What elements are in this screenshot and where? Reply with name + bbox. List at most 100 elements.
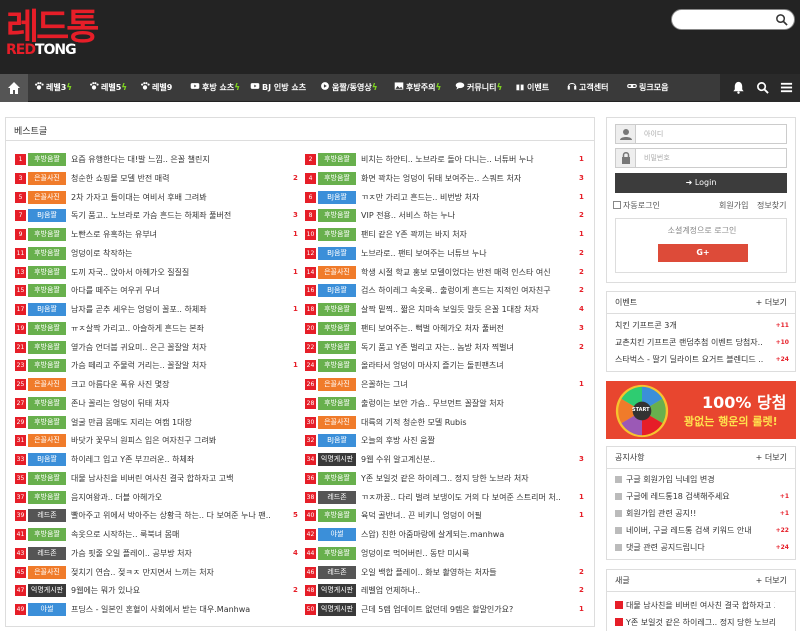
best-post-row[interactable]: 33 BJ움짤 하이레그 입고 Y존 부끄러운.. 하체좌 <box>15 452 300 467</box>
best-post-row[interactable]: 12 BJ움짤 노브라로.. 팬티 보여주는 너튜브 누나 2 <box>305 246 590 261</box>
category-badge[interactable]: 후방움짤 <box>28 228 66 241</box>
category-badge[interactable]: 야썰 <box>28 603 66 616</box>
category-badge[interactable]: 후방움짤 <box>28 340 66 354</box>
post-title[interactable]: 도끼 자국.. 앉아서 아헤가오 질질질 <box>71 265 291 280</box>
category-badge[interactable]: 후방움짤 <box>318 340 356 354</box>
post-title[interactable]: 프딩스 - 일본인 혼혈이 사회에서 받는 대우.Manhwa <box>71 602 291 617</box>
category-badge[interactable]: 후방움짤 <box>318 359 356 373</box>
category-badge[interactable]: 후방움짤 <box>28 246 66 260</box>
post-title[interactable]: ㅠㅈ살짝 가리고.. 아슬하게 흔드는 본좌 <box>71 321 291 336</box>
post-title[interactable]: 학생 시절 학교 홍보 모델이었다는 반전 매력 인스타 여신 <box>361 265 576 280</box>
nav-item-9[interactable]: 이벤트 <box>515 74 549 102</box>
post-title[interactable]: 얼굴 만큼 몸매도 지리는 여캠 1대장 <box>71 415 291 430</box>
best-post-row[interactable]: 45 은꼴사진 젖치기 연습.. 젖ㅋㅈ 만지면서 느끼는 처자 <box>15 565 300 580</box>
event-item[interactable]: 치킨 기프트콘 3개 <box>615 318 775 333</box>
category-badge[interactable]: 후방움짤 <box>318 209 356 223</box>
new-posts-more-link[interactable]: + 더보기 <box>756 575 787 586</box>
category-badge[interactable]: 익명게시판 <box>318 603 356 616</box>
event-item[interactable]: 스타벅스 - 딸기 딜라이트 요거트 블렌디드 .. <box>615 352 775 367</box>
category-badge[interactable]: 후방움짤 <box>318 546 356 560</box>
best-post-row[interactable]: 16 BJ움짤 검스 하이레그 속옷룩.. 출렁이게 흔드는 지적인 여자친구 2 <box>305 283 590 298</box>
category-badge[interactable]: 후방움짤 <box>28 396 66 410</box>
best-post-row[interactable]: 30 은꼴사진 대륙의 기적 청순한 모델 Rubis <box>305 415 590 430</box>
best-post-row[interactable]: 18 후방움짤 살짝 밑찍.. 짧은 치마속 보일듯 말듯 은꼴 1대장 처자 4 <box>305 302 590 317</box>
category-badge[interactable]: 후방움짤 <box>318 471 356 485</box>
best-post-row[interactable]: 38 레드존 ㄲㅈ까꿍.. 다리 벌려 보댕이도 거의 다 보여준 스트리머 처..… <box>305 490 590 505</box>
category-badge[interactable]: 후방움짤 <box>318 509 356 523</box>
post-title[interactable]: VIP 전용.. 서비스 하는 누나 <box>361 208 576 223</box>
post-title[interactable]: 요즘 유행한다는 대!발 느낌.. 은꼴 챌린지 <box>71 152 291 167</box>
post-title[interactable]: 독기 품고 Y존 벌리고 자는.. 놈방 처자 찍벌녀 <box>361 340 576 355</box>
category-badge[interactable]: 후방움짤 <box>28 284 66 298</box>
category-badge[interactable]: 은꼴사진 <box>28 434 66 448</box>
roulette-banner[interactable]: START 100% 당첨 꽝없는 행운의 룰렛! <box>606 381 796 439</box>
post-title[interactable]: 스압) 친한 아줌마랑에 살게되는.manhwa <box>361 527 576 542</box>
best-post-row[interactable]: 27 후방움짤 존나 꼴리는 엉덩이 뒤태 처자 <box>15 396 300 411</box>
best-post-row[interactable]: 31 은꼴사진 바닷가 꽃무늬 원피스 입은 여자친구 그려봐 <box>15 433 300 448</box>
id-field[interactable]: 아이디 <box>615 124 787 144</box>
best-post-row[interactable]: 9 후방움짤 노빤스로 유혹하는 유부녀 1 <box>15 227 300 242</box>
best-post-row[interactable]: 42 야썰 스압) 친한 아줌마랑에 살게되는.manhwa <box>305 527 590 542</box>
best-post-row[interactable]: 41 후방움짤 속옷으로 시작하는.. 룩북녀 몸매 <box>15 527 300 542</box>
best-post-row[interactable]: 28 후방움짤 출렁이는 보안 가슴.. 무브먼트 꼴잘알 처자 <box>305 396 590 411</box>
post-title[interactable]: 검스 하이레그 속옷룩.. 출렁이게 흔드는 지적인 여자친구 <box>361 283 576 298</box>
post-title[interactable]: 남자를 곧추 세우는 엉덩이 꼴포.. 하체좌 <box>71 302 291 317</box>
best-post-row[interactable]: 20 후방움짤 팬티 보여주는.. 뻑벌 아헤가오 처자 풀버전 3 <box>305 321 590 336</box>
post-title[interactable]: 젖치기 연습.. 젖ㅋㅈ 만지면서 느끼는 처자 <box>71 565 291 580</box>
post-title[interactable]: 출렁이는 보안 가슴.. 무브먼트 꼴잘알 처자 <box>361 396 576 411</box>
post-title[interactable]: ㄲㅈ까꿍.. 다리 벌려 보댕이도 거의 다 보여준 스트리머 처.. <box>361 490 576 505</box>
category-badge[interactable]: 후방움짤 <box>318 171 356 185</box>
post-title[interactable]: ㄲㅈ만 가리고 흔드는.. 비번방 처자 <box>361 190 576 205</box>
best-post-row[interactable]: 46 레드존 오일 백합 플레이.. 화보 촬영하는 처자들 2 <box>305 565 590 580</box>
category-badge[interactable]: 후방움짤 <box>318 396 356 410</box>
category-badge[interactable]: 은꼴사진 <box>318 415 356 429</box>
best-post-row[interactable]: 19 후방움짤 ㅠㅈ살짝 가리고.. 아슬하게 흔드는 본좌 <box>15 321 300 336</box>
search-icon[interactable] <box>756 81 769 94</box>
post-title[interactable]: 은꼴하는 그녀 <box>361 377 576 392</box>
post-title[interactable]: 청순한 쇼핑몰 모델 반전 매력 <box>71 171 291 186</box>
category-badge[interactable]: 레드존 <box>318 565 356 579</box>
post-title[interactable]: 대륙의 기적 청순한 모델 Rubis <box>361 415 576 430</box>
category-badge[interactable]: 은꼴사진 <box>28 378 66 391</box>
nav-item-6[interactable]: 움짤/동영상ϟ <box>320 74 378 102</box>
event-more-link[interactable]: + 더보기 <box>756 297 787 308</box>
post-title[interactable]: 9웹 수위 알고계신분.. <box>361 452 576 467</box>
category-badge[interactable]: 후방움짤 <box>318 228 356 241</box>
notice-item[interactable]: 네이버, 구글 레드통 검색 키워드 안내 <box>615 523 775 538</box>
best-post-row[interactable]: 10 후방움짤 팬티 같은 Y존 꽉끼는 바지 처자 1 <box>305 227 590 242</box>
nav-item-7[interactable]: 후방주의ϟ <box>394 74 441 102</box>
post-title[interactable]: 노브라로.. 팬티 보여주는 너튜브 누나 <box>361 246 576 261</box>
newposts-item[interactable]: 대물 남사친을 비버린 여사친 결국 합하자고 고백 <box>615 598 775 613</box>
best-post-row[interactable]: 48 익명게시판 레벨업 언제하나.. 2 <box>305 583 590 598</box>
category-badge[interactable]: 후방움짤 <box>28 321 66 335</box>
post-title[interactable]: 옆가슴 언더붑 귀요미.. 은근 꼴잘알 처자 <box>71 340 291 355</box>
category-badge[interactable]: 야썰 <box>318 528 356 541</box>
post-title[interactable]: 육덕 골반녀.. 끈 비키니 엉덩이 어필 <box>361 508 576 523</box>
post-title[interactable]: 레벨업 언제하나.. <box>361 583 576 598</box>
best-post-row[interactable]: 22 후방움짤 독기 품고 Y존 벌리고 자는.. 놈방 처자 찍벌녀 2 <box>305 340 590 355</box>
post-title[interactable]: 독기 품고.. 노브라로 가슴 흔드는 하체좌 풀버전 <box>71 208 291 223</box>
search-icon[interactable] <box>775 13 788 26</box>
category-badge[interactable]: 후방움짤 <box>28 471 66 485</box>
category-badge[interactable]: BJ움짤 <box>318 190 356 204</box>
menu-icon[interactable] <box>780 81 793 94</box>
post-title[interactable]: 팬티 같은 Y존 꽉끼는 바지 처자 <box>361 227 576 242</box>
post-title[interactable]: 크고 아름다운 폭유 사진 몇장 <box>71 377 291 392</box>
category-badge[interactable]: BJ움짤 <box>318 246 356 260</box>
post-title[interactable]: 대물 남사친을 비버린 여사친 결국 합하자고 고백 <box>71 471 291 486</box>
category-badge[interactable]: 익명게시판 <box>28 584 66 598</box>
best-post-row[interactable]: 5 은꼴사진 2차 가자고 들이대는 여비서 후배 그려봐 <box>15 190 300 205</box>
nav-item-2[interactable]: 레벨5ϟ <box>89 74 127 102</box>
category-badge[interactable]: 후방움짤 <box>318 321 356 335</box>
join-link[interactable]: 회원가입 <box>719 200 748 211</box>
best-post-row[interactable]: 49 야썰 프딩스 - 일본인 혼혈이 사회에서 받는 대우.Manhwa <box>15 602 300 617</box>
best-post-row[interactable]: 36 후방움짤 Y존 보일것 같은 하이레그.. 정지 당한 노브라 처자 <box>305 471 590 486</box>
event-item[interactable]: 교촌치킨 기프트콘 랜덤추첨 이벤트 당첨자.. <box>615 335 775 350</box>
best-post-row[interactable]: 23 후방움짤 가슴 떼리고 주물럭 거리는.. 꼴잘알 처자 1 <box>15 358 300 373</box>
category-badge[interactable]: 레드존 <box>28 546 66 560</box>
best-post-row[interactable]: 50 익명게시판 근데 5렙 업데이트 없던데 9렙은 할말인가요? 1 <box>305 602 590 617</box>
post-title[interactable]: 비치는 하얀티.. 노브라로 돌아 다니는.. 너튜버 누나 <box>361 152 576 167</box>
category-badge[interactable]: 후방움짤 <box>28 153 66 166</box>
best-post-row[interactable]: 13 후방움짤 도끼 자국.. 앉아서 아헤가오 질질질 1 <box>15 265 300 280</box>
nav-item-3[interactable]: 레벨9 <box>140 74 172 102</box>
